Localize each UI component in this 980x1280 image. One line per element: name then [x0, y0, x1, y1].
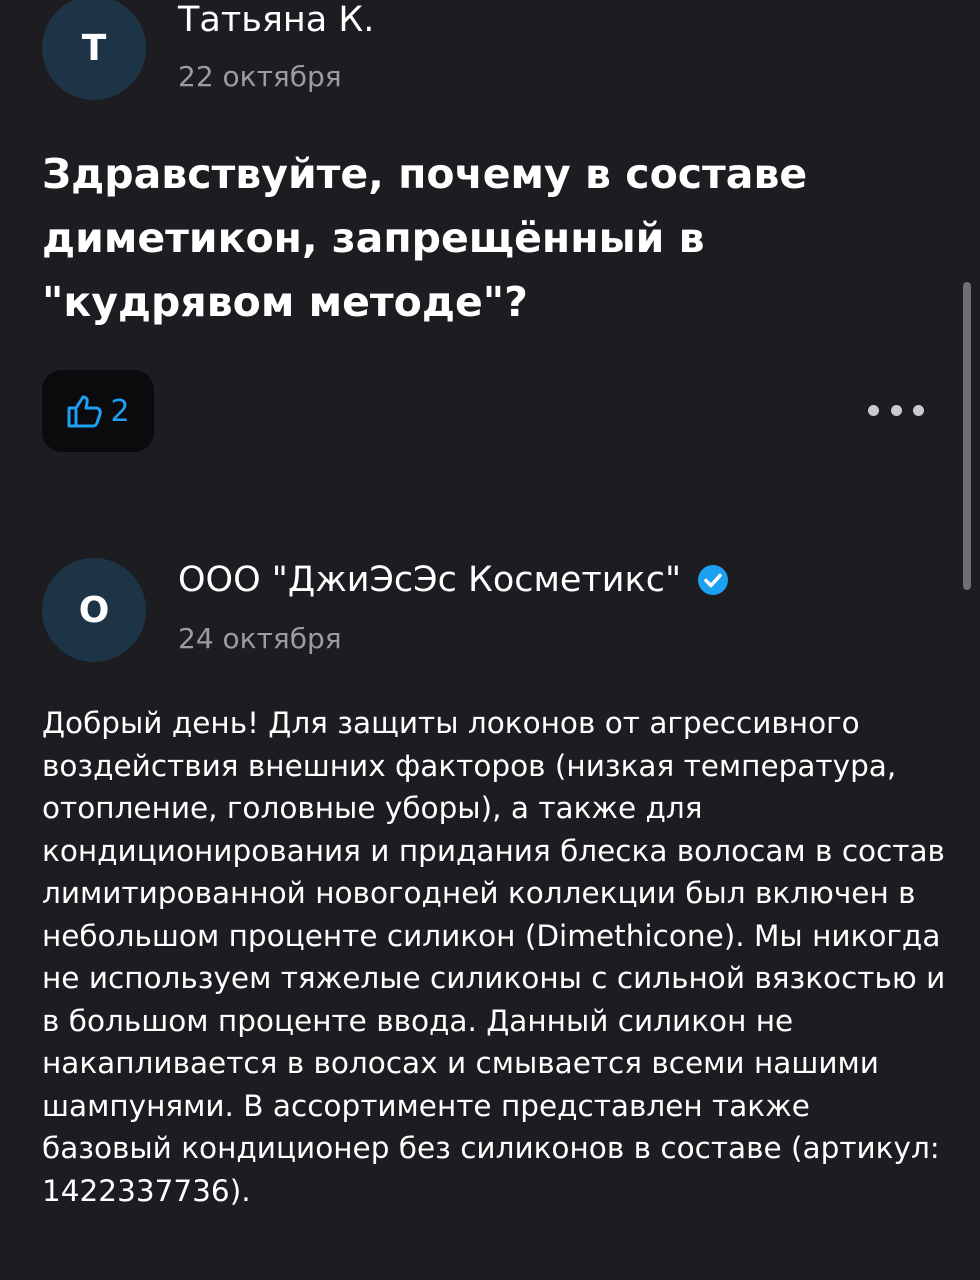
question-author-avatar[interactable]: Т: [42, 0, 146, 100]
more-options-button[interactable]: [868, 390, 924, 430]
like-count: 2: [110, 393, 130, 429]
review-screen: Т Татьяна К. 22 октября Здравствуйте, по…: [0, 0, 980, 1280]
question-author-name-text: Татьяна К.: [178, 0, 375, 40]
answer-author-name[interactable]: ООО "ДжиЭсЭс Косметикс": [178, 560, 729, 600]
more-dots-icon: [913, 404, 924, 416]
question-date: 22 октября: [178, 60, 342, 93]
thumbs-up-icon: [66, 393, 104, 429]
verified-check-icon: [697, 564, 729, 596]
more-dots-icon: [868, 404, 879, 416]
question-author-name[interactable]: Татьяна К.: [178, 0, 374, 40]
like-button[interactable]: 2: [42, 370, 154, 452]
avatar-initial: Т: [81, 27, 107, 69]
answer-author-avatar[interactable]: О: [42, 558, 146, 662]
question-text: Здравствуйте, почему в составе диметикон…: [42, 150, 808, 326]
answer-text: Добрый день! Для защиты локонов от агрес…: [42, 706, 946, 1208]
avatar-initial: О: [78, 589, 110, 631]
answer-date: 24 октября: [178, 622, 342, 655]
answer-author-name-text: ООО "ДжиЭсЭс Косметикс": [178, 560, 682, 600]
scrollbar[interactable]: [963, 282, 971, 590]
more-dots-icon: [890, 404, 902, 416]
